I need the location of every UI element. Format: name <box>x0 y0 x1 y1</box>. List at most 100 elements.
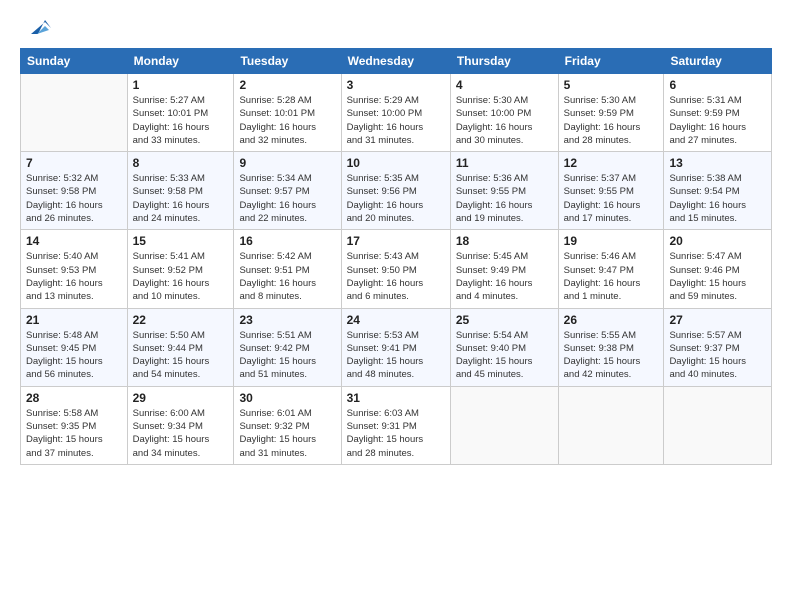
header <box>20 16 772 42</box>
day-info: Sunrise: 5:43 AM Sunset: 9:50 PM Dayligh… <box>347 250 445 303</box>
day-info: Sunrise: 6:03 AM Sunset: 9:31 PM Dayligh… <box>347 407 445 460</box>
day-cell <box>450 386 558 464</box>
day-info: Sunrise: 5:46 AM Sunset: 9:47 PM Dayligh… <box>564 250 659 303</box>
day-info: Sunrise: 5:38 AM Sunset: 9:54 PM Dayligh… <box>669 172 766 225</box>
page: SundayMondayTuesdayWednesdayThursdayFrid… <box>0 0 792 481</box>
day-number: 6 <box>669 78 766 92</box>
day-cell: 27Sunrise: 5:57 AM Sunset: 9:37 PM Dayli… <box>664 308 772 386</box>
day-cell: 16 Sunrise: 5:42 AM Sunset: 9:51 PM Dayli… <box>234 230 341 308</box>
day-number: 1 <box>133 78 229 92</box>
col-header-saturday: Saturday <box>664 49 772 74</box>
day-cell: 15Sunrise: 5:41 AM Sunset: 9:52 PM Dayli… <box>127 230 234 308</box>
day-number: 13 <box>669 156 766 170</box>
day-info: Sunrise: 6:00 AM Sunset: 9:34 PM Dayligh… <box>133 407 229 460</box>
day-info: Sunrise: 5:58 AM Sunset: 9:35 PM Dayligh… <box>26 407 122 460</box>
day-number: 18 <box>456 234 553 248</box>
day-number: 26 <box>564 313 659 327</box>
day-info: Sunrise: 5:33 AM Sunset: 9:58 PM Dayligh… <box>133 172 229 225</box>
day-number: 4 <box>456 78 553 92</box>
day-cell: 14 Sunrise: 5:40 AM Sunset: 9:53 PM Dayli… <box>21 230 128 308</box>
day-info: Sunrise: 5:30 AM Sunset: 9:59 PM Dayligh… <box>564 94 659 147</box>
day-number: 23 <box>239 313 335 327</box>
col-header-sunday: Sunday <box>21 49 128 74</box>
day-number: 19 <box>564 234 659 248</box>
day-cell: 21Sunrise: 5:48 AM Sunset: 9:45 PM Dayli… <box>21 308 128 386</box>
col-header-friday: Friday <box>558 49 664 74</box>
day-cell: 31 Sunrise: 6:03 AM Sunset: 9:31 PM Dayli… <box>341 386 450 464</box>
day-info: Sunrise: 5:36 AM Sunset: 9:55 PM Dayligh… <box>456 172 553 225</box>
day-info: Sunrise: 5:29 AM Sunset: 10:00 PM Daylig… <box>347 94 445 147</box>
week-row-1: 1 Sunrise: 5:27 AM Sunset: 10:01 PM Dayli… <box>21 74 772 152</box>
day-cell: 23 Sunrise: 5:51 AM Sunset: 9:42 PM Dayli… <box>234 308 341 386</box>
logo-icon <box>23 12 53 42</box>
day-number: 28 <box>26 391 122 405</box>
logo <box>20 16 53 42</box>
day-info: Sunrise: 5:45 AM Sunset: 9:49 PM Dayligh… <box>456 250 553 303</box>
day-cell: 11 Sunrise: 5:36 AM Sunset: 9:55 PM Dayli… <box>450 152 558 230</box>
day-info: Sunrise: 5:54 AM Sunset: 9:40 PM Dayligh… <box>456 329 553 382</box>
day-info: Sunrise: 5:30 AM Sunset: 10:00 PM Daylig… <box>456 94 553 147</box>
day-number: 8 <box>133 156 229 170</box>
day-info: Sunrise: 5:55 AM Sunset: 9:38 PM Dayligh… <box>564 329 659 382</box>
day-number: 17 <box>347 234 445 248</box>
day-info: Sunrise: 5:40 AM Sunset: 9:53 PM Dayligh… <box>26 250 122 303</box>
day-number: 22 <box>133 313 229 327</box>
day-number: 21 <box>26 313 122 327</box>
day-cell: 13 Sunrise: 5:38 AM Sunset: 9:54 PM Dayli… <box>664 152 772 230</box>
week-row-2: 7 Sunrise: 5:32 AM Sunset: 9:58 PM Daylig… <box>21 152 772 230</box>
day-cell: 20 Sunrise: 5:47 AM Sunset: 9:46 PM Dayli… <box>664 230 772 308</box>
day-number: 10 <box>347 156 445 170</box>
header-row: SundayMondayTuesdayWednesdayThursdayFrid… <box>21 49 772 74</box>
week-row-3: 14 Sunrise: 5:40 AM Sunset: 9:53 PM Dayli… <box>21 230 772 308</box>
day-cell: 26 Sunrise: 5:55 AM Sunset: 9:38 PM Dayli… <box>558 308 664 386</box>
day-number: 15 <box>133 234 229 248</box>
day-cell: 18 Sunrise: 5:45 AM Sunset: 9:49 PM Dayli… <box>450 230 558 308</box>
day-info: Sunrise: 5:32 AM Sunset: 9:58 PM Dayligh… <box>26 172 122 225</box>
day-cell: 10 Sunrise: 5:35 AM Sunset: 9:56 PM Dayli… <box>341 152 450 230</box>
day-cell <box>664 386 772 464</box>
day-number: 27 <box>669 313 766 327</box>
day-number: 11 <box>456 156 553 170</box>
day-number: 20 <box>669 234 766 248</box>
day-cell: 1 Sunrise: 5:27 AM Sunset: 10:01 PM Dayli… <box>127 74 234 152</box>
day-info: Sunrise: 5:47 AM Sunset: 9:46 PM Dayligh… <box>669 250 766 303</box>
week-row-5: 28 Sunrise: 5:58 AM Sunset: 9:35 PM Dayli… <box>21 386 772 464</box>
day-cell: 5Sunrise: 5:30 AM Sunset: 9:59 PM Daylig… <box>558 74 664 152</box>
day-info: Sunrise: 5:28 AM Sunset: 10:01 PM Daylig… <box>239 94 335 147</box>
day-number: 24 <box>347 313 445 327</box>
day-cell: 9Sunrise: 5:34 AM Sunset: 9:57 PM Daylig… <box>234 152 341 230</box>
day-info: Sunrise: 5:27 AM Sunset: 10:01 PM Daylig… <box>133 94 229 147</box>
day-cell: 24 Sunrise: 5:53 AM Sunset: 9:41 PM Dayli… <box>341 308 450 386</box>
day-cell: 17 Sunrise: 5:43 AM Sunset: 9:50 PM Dayli… <box>341 230 450 308</box>
day-cell: 28 Sunrise: 5:58 AM Sunset: 9:35 PM Dayli… <box>21 386 128 464</box>
day-number: 14 <box>26 234 122 248</box>
day-info: Sunrise: 5:37 AM Sunset: 9:55 PM Dayligh… <box>564 172 659 225</box>
day-number: 9 <box>239 156 335 170</box>
day-info: Sunrise: 5:42 AM Sunset: 9:51 PM Dayligh… <box>239 250 335 303</box>
day-cell: 6Sunrise: 5:31 AM Sunset: 9:59 PM Daylig… <box>664 74 772 152</box>
day-number: 31 <box>347 391 445 405</box>
day-cell: 25 Sunrise: 5:54 AM Sunset: 9:40 PM Dayli… <box>450 308 558 386</box>
day-cell: 4 Sunrise: 5:30 AM Sunset: 10:00 PM Dayli… <box>450 74 558 152</box>
day-info: Sunrise: 5:35 AM Sunset: 9:56 PM Dayligh… <box>347 172 445 225</box>
day-number: 25 <box>456 313 553 327</box>
week-row-4: 21Sunrise: 5:48 AM Sunset: 9:45 PM Dayli… <box>21 308 772 386</box>
day-number: 16 <box>239 234 335 248</box>
day-cell: 19 Sunrise: 5:46 AM Sunset: 9:47 PM Dayli… <box>558 230 664 308</box>
day-cell: 30 Sunrise: 6:01 AM Sunset: 9:32 PM Dayli… <box>234 386 341 464</box>
day-cell: 29Sunrise: 6:00 AM Sunset: 9:34 PM Dayli… <box>127 386 234 464</box>
day-cell <box>21 74 128 152</box>
day-info: Sunrise: 5:51 AM Sunset: 9:42 PM Dayligh… <box>239 329 335 382</box>
col-header-tuesday: Tuesday <box>234 49 341 74</box>
day-cell: 22 Sunrise: 5:50 AM Sunset: 9:44 PM Dayli… <box>127 308 234 386</box>
day-info: Sunrise: 5:50 AM Sunset: 9:44 PM Dayligh… <box>133 329 229 382</box>
day-info: Sunrise: 6:01 AM Sunset: 9:32 PM Dayligh… <box>239 407 335 460</box>
day-number: 30 <box>239 391 335 405</box>
day-info: Sunrise: 5:53 AM Sunset: 9:41 PM Dayligh… <box>347 329 445 382</box>
day-number: 12 <box>564 156 659 170</box>
day-cell: 8 Sunrise: 5:33 AM Sunset: 9:58 PM Daylig… <box>127 152 234 230</box>
calendar-table: SundayMondayTuesdayWednesdayThursdayFrid… <box>20 48 772 465</box>
day-number: 2 <box>239 78 335 92</box>
col-header-wednesday: Wednesday <box>341 49 450 74</box>
day-number: 7 <box>26 156 122 170</box>
